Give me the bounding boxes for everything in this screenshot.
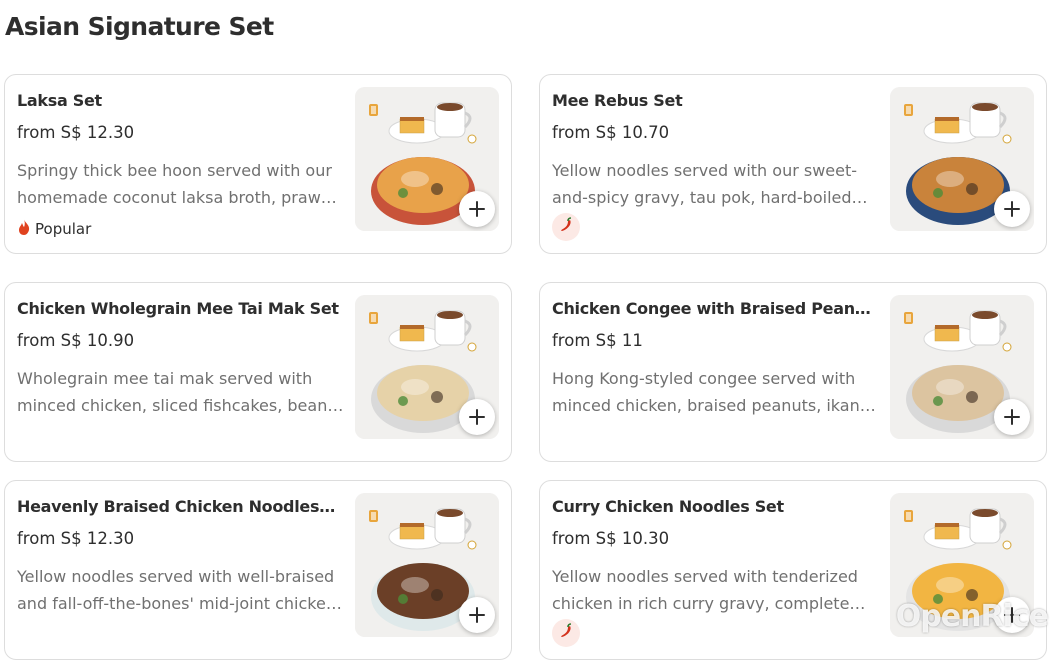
add-to-cart-button[interactable]: [994, 399, 1030, 435]
item-name: Curry Chicken Noodles Set: [552, 497, 784, 516]
item-description: Wholegrain mee tai mak served with mince…: [17, 369, 328, 415]
menu-item-card[interactable]: Curry Chicken Noodles Set from S$ 10.30 …: [539, 480, 1047, 660]
item-price: from S$ 10.70: [552, 123, 670, 142]
add-to-cart-button[interactable]: [994, 597, 1030, 633]
plus-icon: [468, 606, 486, 624]
item-name: Laksa Set: [17, 91, 102, 110]
chilli-icon: [558, 623, 574, 643]
item-description: Yellow noodles served with tenderized ch…: [552, 567, 858, 613]
item-price: from S$ 10.30: [552, 529, 670, 548]
add-to-cart-button[interactable]: [459, 191, 495, 227]
menu-item-card[interactable]: Chicken Wholegrain Mee Tai Mak Set from …: [4, 282, 512, 462]
item-description: Yellow noodles served with well-braised …: [17, 567, 336, 613]
menu-item-card[interactable]: Chicken Congee with Braised Peanuts Set …: [539, 282, 1047, 462]
item-image[interactable]: [355, 87, 499, 231]
item-price: from S$ 11: [552, 331, 643, 350]
spicy-badge: [552, 619, 580, 647]
item-price: from S$ 12.30: [17, 123, 135, 142]
menu-item-card[interactable]: Mee Rebus Set from S$ 10.70 Yellow noodl…: [539, 74, 1047, 254]
item-description: Hong Kong-styled congee served with minc…: [552, 369, 860, 415]
chilli-icon: [558, 217, 574, 237]
item-price: from S$ 10.90: [17, 331, 135, 350]
item-price: from S$ 12.30: [17, 529, 135, 548]
add-to-cart-button[interactable]: [459, 399, 495, 435]
item-description: Springy thick bee hoon served with our h…: [17, 161, 345, 207]
flame-icon: [17, 219, 31, 239]
item-image[interactable]: [355, 493, 499, 637]
item-name: Heavenly Braised Chicken Noodles Set: [17, 497, 339, 516]
item-name: Chicken Wholegrain Mee Tai Mak Set: [17, 299, 339, 318]
item-description: Yellow noodles served with our sweet-and…: [552, 161, 858, 207]
menu-item-card[interactable]: Laksa Set from S$ 12.30 Springy thick be…: [4, 74, 512, 254]
menu-item-card[interactable]: Heavenly Braised Chicken Noodles Set fro…: [4, 480, 512, 660]
item-image[interactable]: [890, 493, 1034, 637]
plus-icon: [468, 408, 486, 426]
spicy-badge: [552, 213, 580, 241]
item-image[interactable]: [355, 295, 499, 439]
item-name: Chicken Congee with Braised Peanuts Set: [552, 299, 874, 318]
popular-label: Popular: [35, 220, 92, 238]
item-image[interactable]: [890, 87, 1034, 231]
item-name: Mee Rebus Set: [552, 91, 683, 110]
add-to-cart-button[interactable]: [459, 597, 495, 633]
plus-icon: [1003, 200, 1021, 218]
plus-icon: [1003, 606, 1021, 624]
plus-icon: [468, 200, 486, 218]
add-to-cart-button[interactable]: [994, 191, 1030, 227]
popular-badge: Popular: [17, 219, 91, 239]
plus-icon: [1003, 408, 1021, 426]
item-image[interactable]: [890, 295, 1034, 439]
section-title: Asian Signature Set: [5, 12, 274, 41]
